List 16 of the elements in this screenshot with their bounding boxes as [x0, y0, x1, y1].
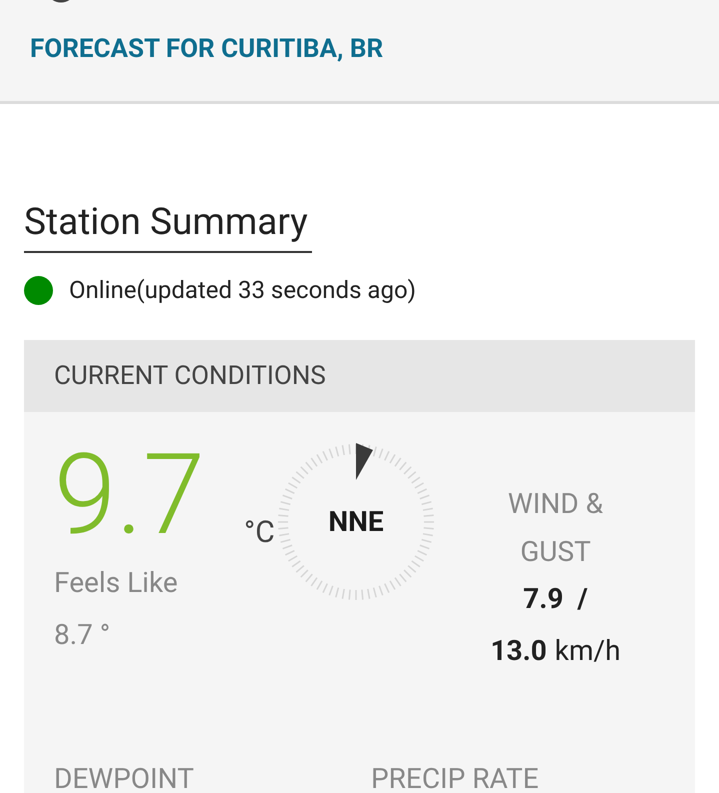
feels-like-label: Feels Like — [54, 565, 179, 601]
speed-separator: / — [577, 581, 588, 617]
feels-like-value: 8.7 ° — [54, 617, 112, 653]
gust-speed: 13.0 — [490, 633, 547, 669]
wind-unit: km/h — [554, 633, 621, 669]
metric-label: DEWPOINT — [54, 761, 195, 793]
wind-speed: 7.9 — [523, 581, 564, 617]
wind-label: WIND & GUST — [506, 486, 604, 570]
metric-label: PRECIP RATE — [371, 761, 540, 793]
temperature-unit: °C — [244, 514, 276, 552]
temperature-value: 9.7 — [54, 440, 206, 552]
section-heading: Station Summary — [24, 201, 308, 244]
forecast-title: FORECAST FOR CURITIBA, BR — [30, 34, 384, 64]
card-heading: CURRENT CONDITIONS — [54, 360, 326, 392]
status-text: Online(updated 33 seconds ago) — [69, 275, 416, 306]
wind-direction: NNE — [328, 504, 384, 540]
